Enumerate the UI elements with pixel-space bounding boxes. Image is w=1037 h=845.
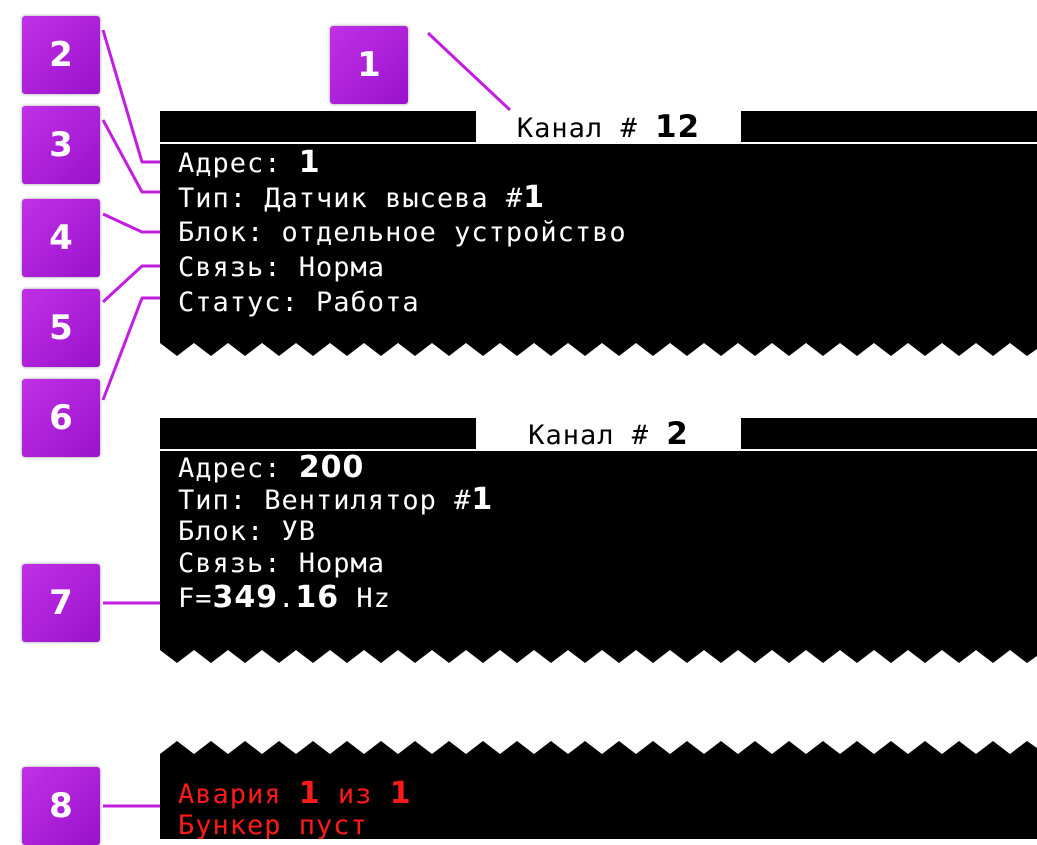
callout-badge-3: 3 xyxy=(22,106,100,184)
callout-leaders xyxy=(101,29,512,808)
callout-badge-1: 1 xyxy=(330,26,408,104)
callout-badge-7: 7 xyxy=(22,564,100,642)
callout-badge-8: 8 xyxy=(22,767,100,845)
callout-badge-2: 2 xyxy=(22,16,100,94)
callout-badge-4: 4 xyxy=(22,199,100,277)
callout-badge-6: 6 xyxy=(22,379,100,457)
callout-badge-5: 5 xyxy=(22,289,100,367)
